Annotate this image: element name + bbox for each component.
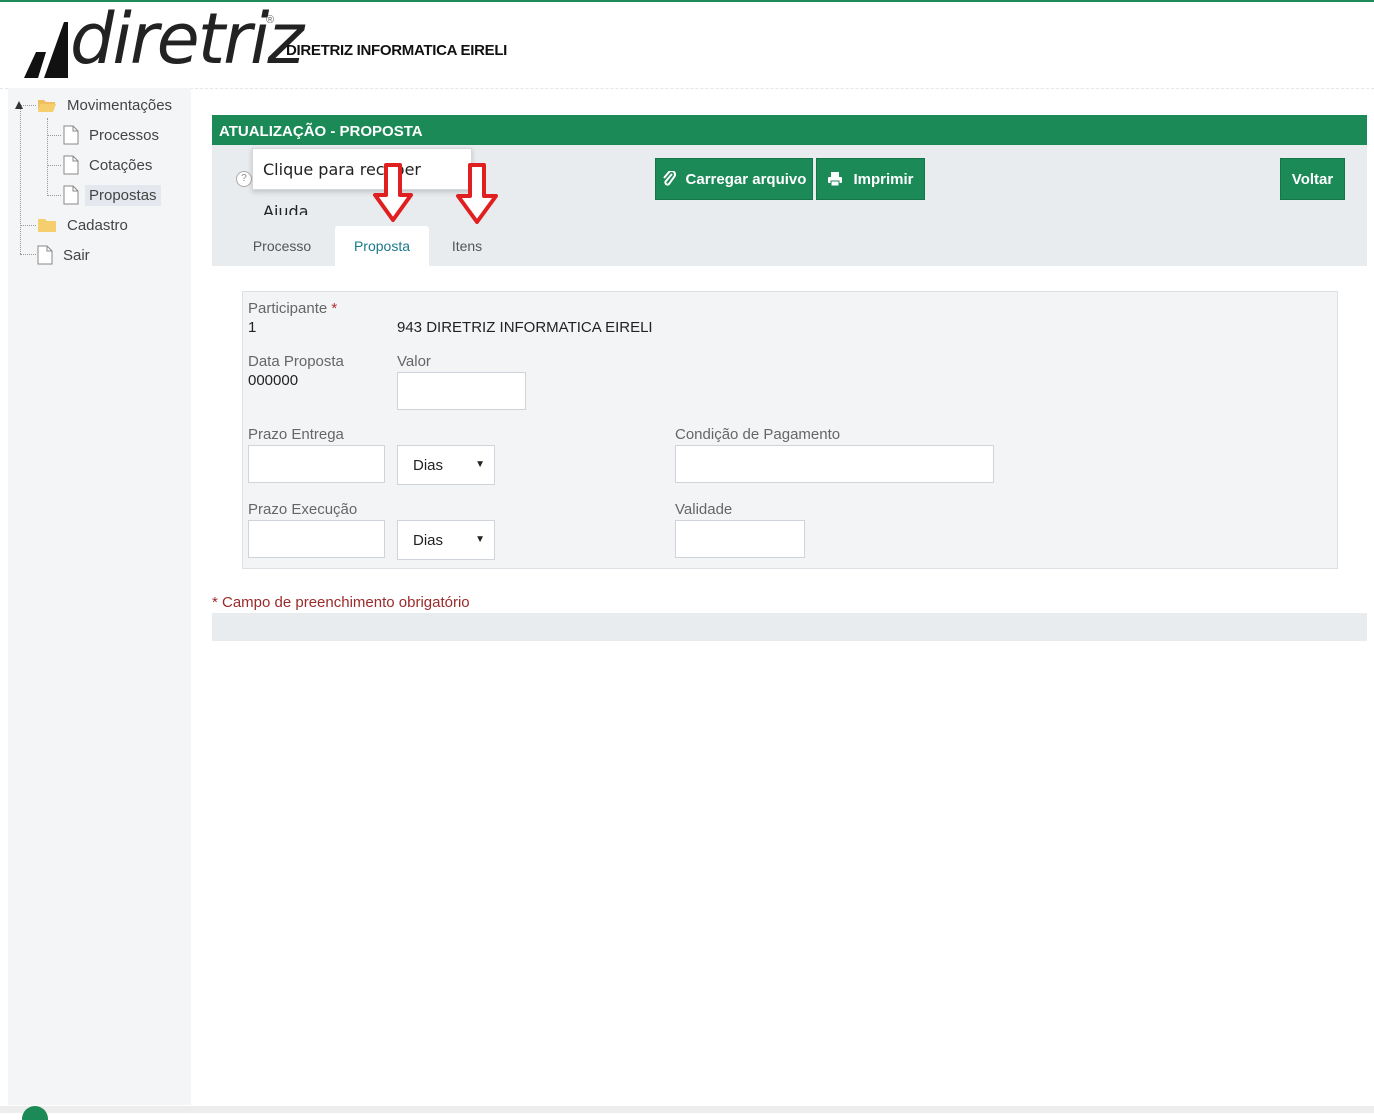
- tree-line: [47, 165, 61, 166]
- prazo-execucao-label: Prazo Execução: [248, 501, 358, 518]
- folder-open-icon: [38, 100, 56, 112]
- data-proposta-label: Data Proposta: [248, 353, 344, 370]
- file-icon: [63, 185, 79, 205]
- tree-line: [20, 254, 36, 255]
- paperclip-icon: [662, 171, 676, 186]
- sidebar-item-label: Sair: [63, 246, 90, 264]
- print-label: Imprimir: [853, 170, 914, 188]
- upload-file-button[interactable]: Carregar arquivo: [655, 158, 813, 200]
- company-name: DIRETRIZ INFORMATICA EIRELI: [286, 42, 508, 59]
- required-mark: *: [331, 300, 338, 317]
- required-fields-note: * Campo de preenchimento obrigatório: [212, 594, 470, 611]
- panel-footer: [212, 613, 1367, 641]
- validade-label: Validade: [675, 501, 733, 518]
- chevron-down-icon: ▼: [475, 534, 485, 545]
- prazo-entrega-input[interactable]: [248, 445, 385, 483]
- folder-icon: [38, 219, 56, 232]
- condicao-pagamento-label: Condição de Pagamento: [675, 426, 841, 443]
- sidebar-item-label: Cotações: [89, 156, 153, 174]
- sidebar-item-sair[interactable]: Sair: [37, 242, 94, 268]
- prazo-execucao-unit-value: Dias: [413, 531, 444, 549]
- printer-icon: [828, 172, 843, 187]
- sidebar-item-processos[interactable]: Processos: [63, 122, 163, 148]
- app-header: diretriz ® DIRETRIZ INFORMATICA EIRELI: [0, 0, 1374, 89]
- prazo-execucao-unit-select[interactable]: Dias ▼: [397, 520, 495, 560]
- red-arrow-down-icon: [373, 163, 413, 222]
- validade-input[interactable]: [675, 520, 805, 558]
- condicao-pagamento-input[interactable]: [675, 445, 994, 483]
- tree-line: [47, 135, 61, 136]
- panel-title: ATUALIZAÇÃO - PROPOSTA: [212, 115, 1367, 145]
- sidebar-item-label: Propostas: [85, 184, 161, 206]
- file-icon: [37, 245, 53, 265]
- tree-line: [47, 118, 48, 194]
- prazo-entrega-label: Prazo Entrega: [248, 426, 344, 443]
- sidebar-item-propostas[interactable]: Propostas: [63, 182, 161, 208]
- upload-file-label: Carregar arquivo: [685, 170, 807, 188]
- tab-processo[interactable]: Processo: [236, 226, 328, 266]
- file-icon: [63, 155, 79, 175]
- valor-input[interactable]: [397, 372, 526, 410]
- sidebar-item-cotacoes[interactable]: Cotações: [63, 152, 156, 178]
- valor-label: Valor: [397, 353, 431, 370]
- file-icon: [63, 125, 79, 145]
- data-proposta-value: 000000: [248, 372, 299, 389]
- registered-mark: ®: [266, 14, 275, 26]
- tab-proposta[interactable]: Proposta: [335, 226, 429, 266]
- prazo-entrega-unit-select[interactable]: Dias ▼: [397, 445, 495, 485]
- bottom-bar: [0, 1106, 1374, 1113]
- back-button[interactable]: Voltar: [1280, 158, 1345, 200]
- help-icon[interactable]: ?: [236, 171, 252, 187]
- help-tooltip: Clique para receber Ajuda: [252, 148, 472, 221]
- tree-line: [20, 104, 21, 254]
- participante-label: Participante *: [248, 300, 337, 317]
- chevron-down-icon: ▼: [475, 459, 485, 470]
- sidebar-item-movimentacoes[interactable]: Movimentações: [37, 92, 176, 118]
- logo-wordmark: diretriz: [70, 0, 304, 80]
- sidebar-tree: [8, 88, 191, 1105]
- red-arrow-down-icon: [456, 163, 498, 224]
- tree-expand-arrow-icon[interactable]: [14, 100, 24, 110]
- tree-line: [20, 225, 36, 226]
- sidebar-item-label: Movimentações: [67, 96, 173, 114]
- print-button[interactable]: Imprimir: [816, 158, 925, 200]
- sidebar-item-cadastro[interactable]: Cadastro: [37, 212, 132, 238]
- participante-id: 1: [248, 319, 257, 336]
- tab-itens[interactable]: Itens: [436, 226, 498, 266]
- tree-line: [47, 195, 61, 196]
- prazo-execucao-input[interactable]: [248, 520, 385, 558]
- sidebar-item-label: Cadastro: [67, 216, 128, 234]
- sidebar-item-label: Processos: [89, 126, 160, 144]
- prazo-entrega-unit-value: Dias: [413, 456, 444, 474]
- participante-name: 943 DIRETRIZ INFORMATICA EIRELI: [397, 319, 653, 336]
- logo-mark-icon: [24, 22, 68, 78]
- participante-label-text: Participante: [248, 300, 328, 317]
